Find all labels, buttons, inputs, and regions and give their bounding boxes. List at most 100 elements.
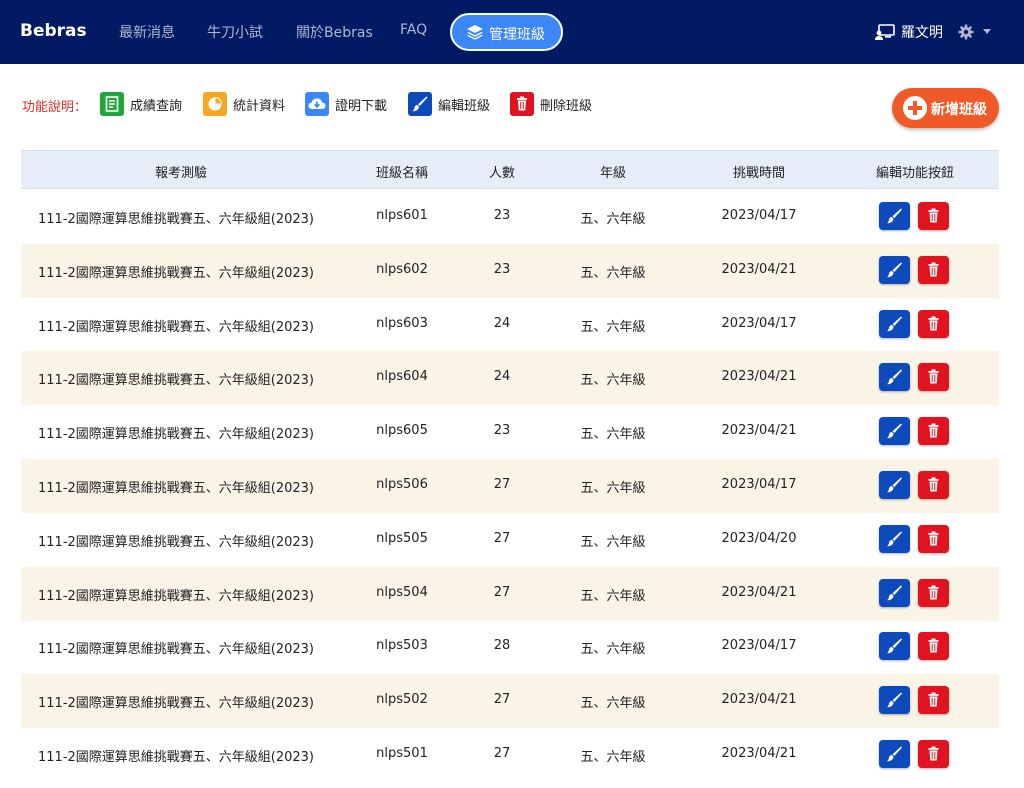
edit-class-button[interactable] — [879, 740, 910, 768]
edit-class-button[interactable] — [879, 309, 910, 338]
cell-exam: 111-2國際運算思維挑戰賽五、六年級組(2023) — [38, 373, 315, 389]
cell-date: 2023/04/20 — [721, 530, 797, 546]
cell-count: 27 — [493, 692, 511, 708]
edit-class-button[interactable] — [879, 202, 910, 230]
cell-class-name: nlps605 — [376, 423, 428, 439]
delete-class-button[interactable] — [918, 524, 949, 553]
edit-class-button[interactable] — [879, 255, 910, 284]
cell-count: 24 — [493, 369, 511, 385]
nav-item-manage-classes[interactable]: 管理班級 — [450, 13, 563, 51]
edit-class-button[interactable] — [879, 417, 910, 446]
add-class-button[interactable]: 新增班級 — [892, 88, 999, 128]
edit-class-button[interactable] — [879, 524, 910, 553]
cloud-download-icon — [305, 92, 329, 116]
edit-class-button[interactable] — [879, 471, 910, 499]
cell-exam: 111-2國際運算思維挑戰賽五、六年級組(2023) — [38, 696, 315, 712]
nav-pill-label: 管理班級 — [489, 27, 545, 43]
nav-item-latest-news[interactable]: 最新消息 — [119, 22, 175, 42]
delete-class-button[interactable] — [918, 417, 949, 446]
layers-icon — [467, 25, 483, 40]
cell-exam: 111-2國際運算思維挑戰賽五、六年級組(2023) — [38, 427, 315, 443]
cell-grade: 五、六年級 — [580, 265, 646, 281]
nav-item-faq[interactable]: FAQ — [400, 22, 427, 38]
cell-grade: 五、六年級 — [580, 642, 646, 658]
cell-count: 23 — [493, 208, 511, 223]
table-row: 111-2國際運算思維挑戰賽五、六年級組(2023) nlps506 27 五、六年級… — [21, 459, 999, 513]
cell-grade: 五、六年級 — [580, 481, 646, 496]
delete-class-button[interactable] — [918, 740, 949, 768]
cell-count: 23 — [493, 423, 511, 439]
cell-grade: 五、六年級 — [580, 534, 646, 550]
cell-count: 27 — [493, 584, 511, 600]
edit-class-button[interactable] — [879, 363, 910, 392]
cell-class-name: nlps506 — [376, 477, 428, 492]
cell-date: 2023/04/21 — [721, 584, 797, 600]
delete-class-button[interactable] — [918, 632, 949, 661]
cell-grade: 五、六年級 — [580, 212, 646, 227]
delete-class-button[interactable] — [918, 255, 949, 284]
cell-date: 2023/04/17 — [721, 208, 797, 223]
cell-exam: 111-2國際運算思維挑戰賽五、六年級組(2023) — [38, 481, 315, 496]
cell-class-name: nlps601 — [376, 208, 428, 223]
delete-class-button[interactable] — [918, 202, 949, 230]
top-navbar: Bebras 最新消息 牛刀小試 關於Bebras FAQ 管理班級 羅文明 — [0, 0, 1024, 64]
cell-date: 2023/04/21 — [721, 423, 797, 439]
chevron-down-icon[interactable] — [983, 29, 991, 34]
cell-grade: 五、六年級 — [580, 427, 646, 443]
legend-label: 功能說明： — [22, 100, 88, 115]
table-row: 111-2國際運算思維挑戰賽五、六年級組(2023) nlps601 23 五、六年級… — [21, 190, 999, 244]
user-name: 羅文明 — [901, 25, 943, 41]
cell-date: 2023/04/21 — [721, 261, 797, 277]
cell-exam: 111-2國際運算思維挑戰賽五、六年級組(2023) — [38, 319, 315, 335]
cell-date: 2023/04/21 — [721, 692, 797, 708]
delete-class-button[interactable] — [918, 686, 949, 715]
table-row: 111-2國際運算思維挑戰賽五、六年級組(2023) nlps503 28 五、六年級… — [21, 620, 999, 674]
cell-class-name: nlps602 — [376, 261, 428, 277]
cell-class-name: nlps603 — [376, 315, 428, 331]
table-row: 111-2國際運算思維挑戰賽五、六年級組(2023) nlps603 24 五、六年級… — [21, 298, 999, 352]
header-actions: 編輯功能按鈕 — [875, 166, 955, 181]
pie-chart-icon — [203, 92, 227, 116]
cell-count: 27 — [493, 746, 511, 761]
table-row: 111-2國際運算思維挑戰賽五、六年級組(2023) nlps505 27 五、六年級… — [21, 513, 999, 567]
cell-grade: 五、六年級 — [580, 696, 646, 712]
cell-exam: 111-2國際運算思維挑戰賽五、六年級組(2023) — [38, 534, 315, 550]
cell-date: 2023/04/21 — [721, 369, 797, 385]
cell-class-name: nlps504 — [376, 584, 428, 600]
gear-icon[interactable] — [958, 24, 974, 40]
table-row: 111-2國際運算思維挑戰賽五、六年級組(2023) nlps605 23 五、六年級… — [21, 405, 999, 459]
chalkboard-user-icon — [875, 24, 895, 40]
header-grade: 年級 — [599, 166, 627, 181]
header-date: 挑戰時間 — [732, 166, 786, 181]
brand-logo[interactable]: Bebras — [20, 21, 87, 41]
cell-exam: 111-2國際運算思維挑戰賽五、六年級組(2023) — [38, 212, 315, 227]
cell-grade: 五、六年級 — [580, 319, 646, 335]
table-row: 111-2國際運算思維挑戰賽五、六年級組(2023) nlps502 27 五、六年級… — [21, 674, 999, 729]
delete-class-button[interactable] — [918, 578, 949, 607]
cell-count: 27 — [493, 477, 511, 492]
cell-exam: 111-2國際運算思維挑戰賽五、六年級組(2023) — [38, 265, 315, 281]
delete-class-button[interactable] — [918, 471, 949, 499]
edit-class-button[interactable] — [879, 578, 910, 607]
table-header: 報考測驗 班級名稱 人數 年級 挑戰時間 編輯功能按鈕 — [21, 150, 999, 189]
header-class-name: 班級名稱 — [375, 166, 429, 181]
edit-class-button[interactable] — [879, 686, 910, 715]
cell-count: 23 — [493, 261, 511, 277]
header-exam: 報考測驗 — [154, 166, 208, 181]
delete-class-button[interactable] — [918, 309, 949, 338]
cell-date: 2023/04/17 — [721, 477, 797, 492]
header-count: 人數 — [488, 166, 516, 181]
edit-class-button[interactable] — [879, 632, 910, 661]
table-row: 111-2國際運算思維挑戰賽五、六年級組(2023) nlps602 23 五、六年級… — [21, 243, 999, 298]
nav-item-about[interactable]: 關於Bebras — [296, 22, 373, 42]
trash-icon — [510, 92, 534, 116]
table-row: 111-2國際運算思維挑戰賽五、六年級組(2023) nlps501 27 五、六年級… — [21, 728, 999, 782]
grade-sheet-icon — [100, 92, 124, 116]
table-row: 111-2國際運算思維挑戰賽五、六年級組(2023) nlps504 27 五、六年級… — [21, 566, 999, 621]
cell-class-name: nlps505 — [376, 530, 428, 546]
delete-class-button[interactable] — [918, 363, 949, 392]
table-row: 111-2國際運算思維挑戰賽五、六年級組(2023) nlps604 24 五、六年級… — [21, 351, 999, 406]
cell-exam: 111-2國際運算思維挑戰賽五、六年級組(2023) — [38, 750, 315, 765]
nav-item-practice[interactable]: 牛刀小試 — [207, 22, 263, 42]
cell-count: 28 — [493, 638, 511, 654]
